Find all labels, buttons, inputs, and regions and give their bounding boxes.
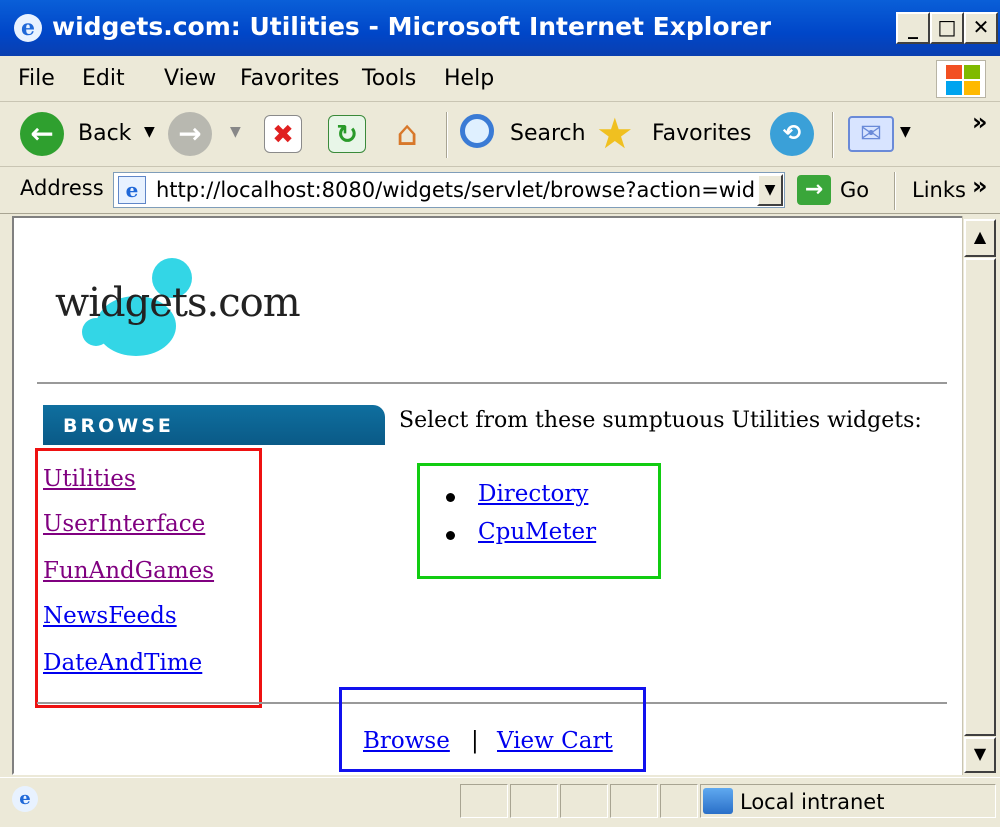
local-intranet-icon [703, 788, 733, 814]
browse-header: BROWSE [43, 405, 385, 445]
address-dropdown-icon[interactable]: ▼ [757, 174, 783, 206]
divider-top [37, 382, 947, 384]
mail-dropdown-icon[interactable]: ▼ [900, 124, 911, 140]
ie-status-icon: e [12, 786, 38, 812]
favorites-button-label[interactable]: Favorites [652, 121, 751, 146]
maximize-button[interactable]: □ [930, 12, 964, 44]
scroll-up-icon[interactable]: ▲ [964, 219, 996, 257]
menu-file[interactable]: File [18, 66, 55, 91]
status-pane [460, 784, 508, 818]
footer-separator: | [471, 728, 479, 754]
windows-logo-icon [936, 60, 986, 98]
security-zone-label: Local intranet [740, 790, 885, 814]
back-arrow-icon[interactable]: ← [20, 112, 64, 156]
toolbar-chevron[interactable]: » [972, 108, 988, 136]
forward-dropdown-icon[interactable]: ▼ [230, 124, 241, 140]
back-dropdown-icon[interactable]: ▼ [144, 124, 155, 140]
menu-help[interactable]: Help [444, 66, 494, 91]
category-link-funandgames[interactable]: FunAndGames [43, 558, 214, 584]
site-logo: widgets.com [55, 280, 301, 326]
footer-browse-link[interactable]: Browse [363, 728, 450, 754]
menu-favorites[interactable]: Favorites [240, 66, 339, 91]
widget-link-cpumeter[interactable]: CpuMeter [478, 519, 596, 545]
refresh-icon[interactable]: ↻ [328, 115, 366, 153]
status-pane [560, 784, 608, 818]
widget-link-directory[interactable]: Directory [478, 481, 588, 507]
go-button-label[interactable]: Go [840, 178, 869, 202]
bullet [446, 531, 455, 540]
category-link-utilities[interactable]: Utilities [43, 466, 136, 492]
address-label: Address [20, 176, 104, 200]
address-url[interactable]: http://localhost:8080/widgets/servlet/br… [156, 178, 756, 202]
category-link-userinterface[interactable]: UserInterface [43, 511, 205, 537]
history-icon[interactable]: ⟲ [770, 112, 814, 156]
menu-edit[interactable]: Edit [82, 66, 125, 91]
menu-bar [0, 56, 1000, 102]
go-arrow-icon[interactable]: → [797, 175, 831, 205]
category-link-newsfeeds[interactable]: NewsFeeds [43, 603, 177, 629]
status-pane [510, 784, 558, 818]
back-button-label[interactable]: Back [78, 121, 131, 146]
menu-view[interactable]: View [164, 66, 216, 91]
home-icon[interactable]: ⌂ [384, 112, 430, 156]
stop-icon[interactable]: ✖ [264, 115, 302, 153]
minimize-button[interactable]: _ [896, 12, 930, 44]
close-button[interactable]: ✕ [964, 12, 998, 44]
ie-logo-icon: e [14, 14, 42, 42]
toolbar-separator-2 [832, 112, 834, 158]
footer-view-cart-link[interactable]: View Cart [497, 728, 613, 754]
search-icon[interactable] [460, 114, 494, 148]
favorites-star-icon[interactable]: ★ [596, 108, 634, 160]
toolbar-separator [446, 112, 448, 158]
search-button-label[interactable]: Search [510, 121, 586, 146]
scroll-down-icon[interactable]: ▼ [964, 737, 996, 773]
menu-tools[interactable]: Tools [362, 66, 416, 91]
mail-icon[interactable]: ✉ [848, 116, 894, 152]
window-title: widgets.com: Utilities - Microsoft Inter… [52, 12, 772, 41]
status-pane [660, 784, 698, 818]
links-chevron[interactable]: » [972, 172, 988, 200]
intro-text: Select from these sumptuous Utilities wi… [399, 408, 922, 433]
forward-arrow-icon[interactable]: → [168, 112, 212, 156]
page-icon: e [118, 176, 146, 204]
bullet [446, 493, 455, 502]
address-separator [894, 172, 896, 210]
status-pane [610, 784, 658, 818]
scrollbar-thumb[interactable] [964, 258, 996, 736]
category-link-dateandtime[interactable]: DateAndTime [43, 650, 202, 676]
links-button-label[interactable]: Links [912, 178, 966, 202]
